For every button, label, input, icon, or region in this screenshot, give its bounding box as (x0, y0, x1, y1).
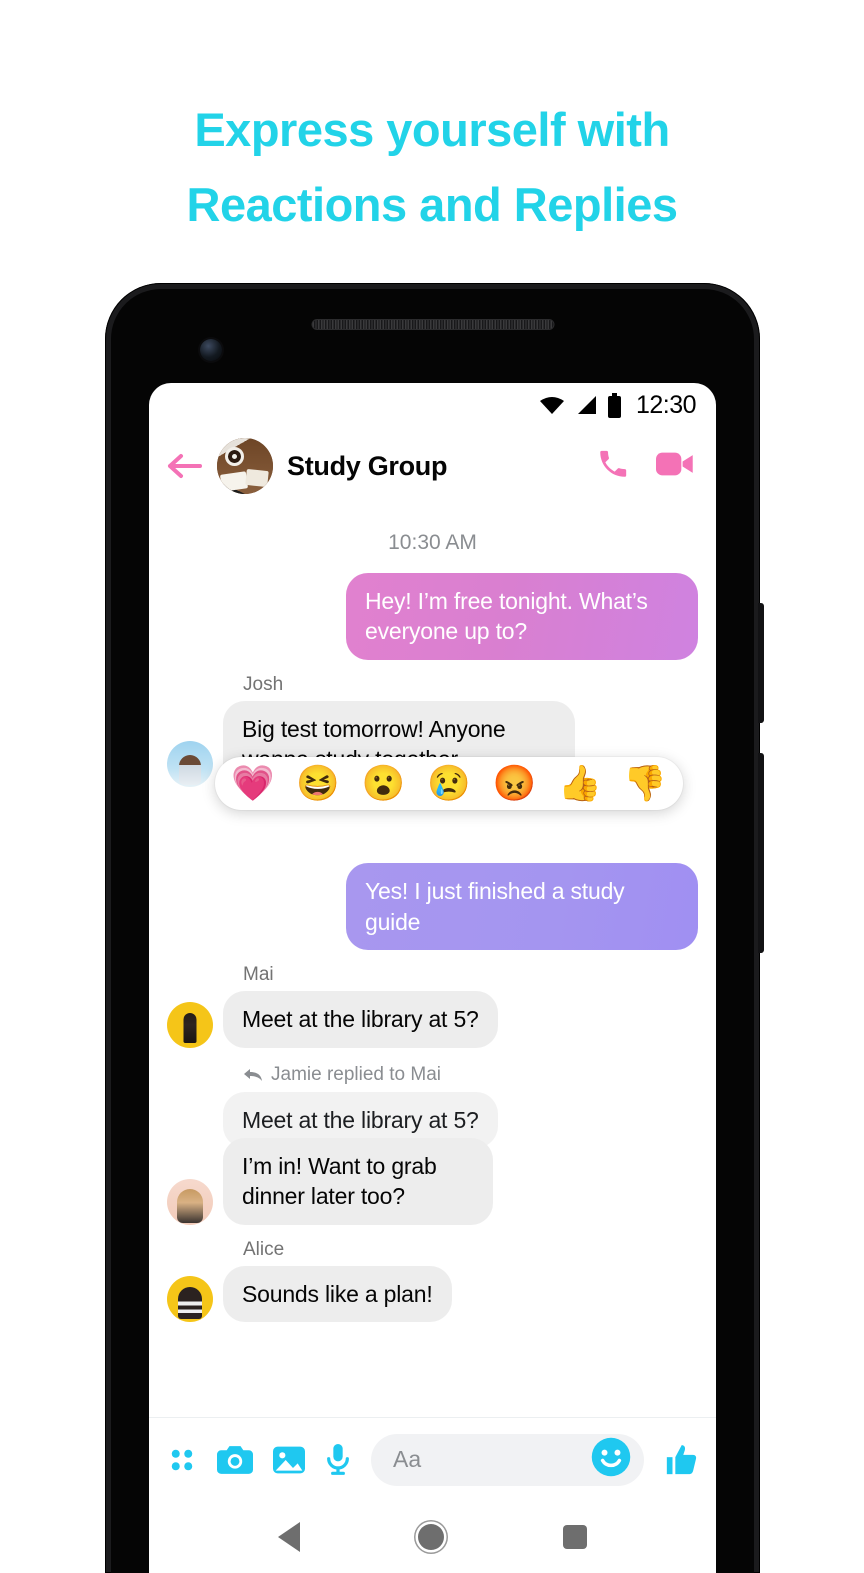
reply-arrow-icon (244, 1068, 262, 1081)
status-bar-clock: 12:30 (635, 390, 697, 419)
battery-full-icon (607, 392, 621, 418)
message-row: Hey! I’m free tonight. What’s everyone u… (167, 573, 698, 660)
sad-reaction[interactable]: 😢 (427, 766, 471, 801)
status-icons (539, 392, 622, 418)
chat-title[interactable]: Study Group (287, 451, 582, 482)
back-arrow-icon[interactable] (167, 452, 203, 480)
nav-recents-button[interactable] (562, 1525, 587, 1549)
reply-indicator-label: Jamie replied to Mai (271, 1063, 442, 1085)
message-bubble-outgoing[interactable]: Yes! I just finished a study guide (346, 863, 698, 951)
message-row: I’m in! Want to grab dinner later too? (167, 1137, 698, 1225)
sender-label: Mai (243, 964, 274, 986)
message-row: Meet at the library at 5? (167, 991, 698, 1048)
reply-indicator: Jamie replied to Mai (243, 1064, 698, 1086)
angry-reaction[interactable]: 😡 (493, 766, 537, 801)
sender-label: Alice (243, 1238, 285, 1260)
message-list[interactable]: 10:30 AM Hey! I’m free tonight. What’s e… (149, 505, 716, 1417)
phone-mockup: 12:30 Study Group 10:30 AM Hey! I’m free… (105, 283, 764, 1573)
nav-home-button[interactable] (418, 1524, 445, 1550)
message-input-placeholder: Aa (393, 1446, 422, 1472)
avatar[interactable] (167, 1275, 213, 1322)
reaction-picker-bar[interactable]: 💗 😆 😮 😢 😡 👍 👎 (215, 757, 683, 810)
group-avatar[interactable] (217, 438, 273, 494)
chat-header-actions (596, 447, 694, 486)
message-bubble-incoming[interactable]: Meet at the library at 5? (223, 991, 498, 1048)
message-row: Yes! I just finished a study guide (167, 863, 698, 951)
thumbs-down-reaction[interactable]: 👎 (623, 766, 667, 801)
wifi-icon (539, 397, 564, 414)
phone-call-icon[interactable] (596, 447, 630, 486)
status-bar: 12:30 (149, 383, 716, 427)
wow-reaction[interactable]: 😮 (362, 766, 406, 801)
avatar[interactable] (167, 1178, 213, 1225)
message-row: Sounds like a plan! (167, 1265, 698, 1322)
message-bubble-incoming[interactable]: Sounds like a plan! (223, 1265, 452, 1322)
cellular-signal-icon (577, 396, 596, 414)
headline-line-1: Express yourself with (194, 103, 670, 156)
message-input-field[interactable]: Aa (371, 1433, 644, 1486)
front-camera-icon (200, 339, 222, 361)
headline-line-2: Reactions and Replies (186, 178, 679, 232)
message-bubble-outgoing[interactable]: Hey! I’m free tonight. What’s everyone u… (346, 573, 698, 660)
avatar[interactable] (167, 1001, 213, 1048)
gallery-image-icon[interactable] (273, 1445, 305, 1475)
earpiece-speaker (311, 319, 554, 330)
thumbs-up-icon[interactable] (664, 1443, 698, 1477)
video-call-icon[interactable] (656, 449, 694, 484)
emoji-smiley-icon[interactable] (590, 1436, 632, 1483)
phone-screen: 12:30 Study Group 10:30 AM Hey! I’m free… (149, 383, 716, 1573)
sender-label: Josh (243, 673, 284, 695)
page-headline: Express yourself with Reactions and Repl… (0, 92, 864, 242)
camera-icon[interactable] (217, 1444, 253, 1476)
volume-button[interactable] (758, 753, 764, 953)
android-nav-bar (149, 1501, 716, 1573)
power-button[interactable] (758, 603, 764, 723)
nav-back-button[interactable] (278, 1522, 301, 1552)
conversation-timestamp: 10:30 AM (388, 531, 477, 554)
microphone-icon[interactable] (325, 1443, 351, 1476)
chat-header: Study Group (149, 427, 716, 505)
message-bubble-incoming[interactable]: I’m in! Want to grab dinner later too? (223, 1137, 493, 1225)
apps-grid-icon[interactable] (167, 1445, 197, 1475)
thumbs-up-reaction[interactable]: 👍 (558, 766, 602, 801)
haha-reaction[interactable]: 😆 (296, 766, 340, 801)
heart-reaction[interactable]: 💗 (231, 766, 275, 801)
avatar[interactable] (167, 741, 213, 788)
message-composer: Aa (149, 1417, 716, 1501)
